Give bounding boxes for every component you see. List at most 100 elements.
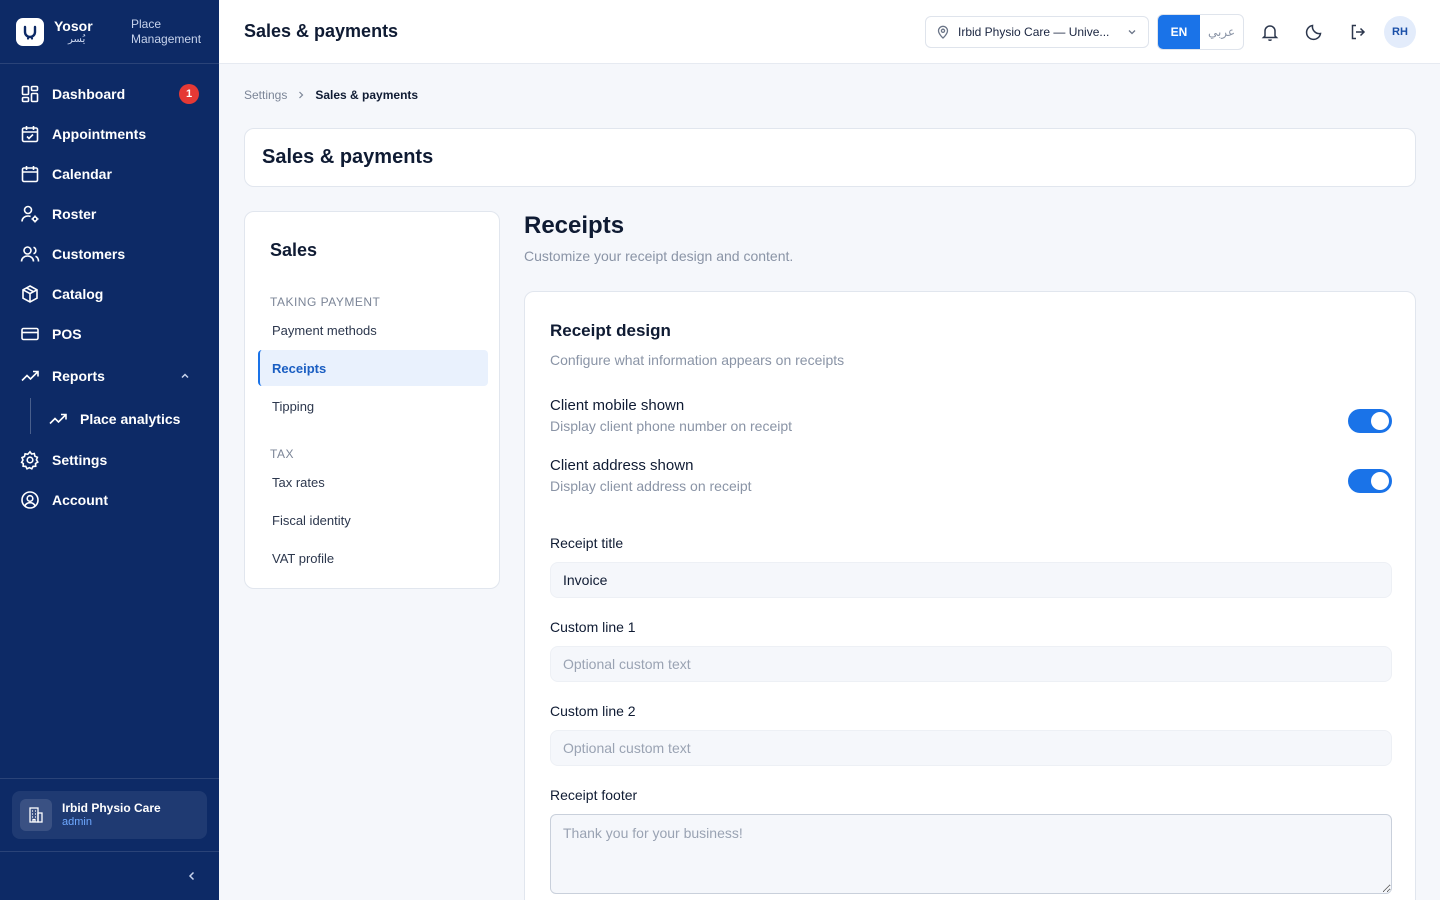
sidebar-item-label: Dashboard xyxy=(52,86,126,102)
sidebar-item-roster[interactable]: Roster xyxy=(0,194,219,234)
chevron-down-icon xyxy=(1128,30,1136,35)
sidebar-item-calendar[interactable]: Calendar xyxy=(0,154,219,194)
account-icon xyxy=(21,491,39,509)
toggle-row-client-mobile: Client mobile shown Display client phone… xyxy=(550,397,1392,434)
trend-icon xyxy=(21,370,39,382)
toggle-label: Client mobile shown xyxy=(550,397,685,414)
box-icon xyxy=(22,285,38,303)
user-role: admin xyxy=(62,815,92,828)
users-icon xyxy=(20,246,40,262)
header-title: Sales & payments xyxy=(244,21,399,41)
receipt-title-label: Receipt title xyxy=(550,535,624,551)
sidebar-item-dashboard[interactable]: Dashboard 1 xyxy=(0,74,219,114)
collapse-sidebar-icon[interactable] xyxy=(184,868,200,884)
sidebar-item-label: POS xyxy=(52,326,82,342)
building-icon xyxy=(20,799,52,831)
custom-line-1-label: Custom line 1 xyxy=(550,619,636,635)
breadcrumb-settings-link[interactable]: Settings xyxy=(244,88,287,102)
custom-line-2-label: Custom line 2 xyxy=(550,703,636,719)
calendar-check-icon xyxy=(21,126,39,143)
menu-item-fiscal-identity[interactable]: Fiscal identity xyxy=(258,502,488,538)
menu-item-vat-profile[interactable]: VAT profile xyxy=(258,540,488,576)
receipt-title-input[interactable] xyxy=(550,562,1392,598)
breadcrumb: Settings Sales & payments xyxy=(244,88,418,102)
menu-item-tax-rates[interactable]: Tax rates xyxy=(258,464,488,500)
toggle-knob xyxy=(1371,412,1389,430)
menu-item-payment-methods[interactable]: Payment methods xyxy=(258,312,488,348)
card-icon xyxy=(21,327,39,341)
client-address-toggle[interactable] xyxy=(1348,469,1392,493)
sidebar-item-reports[interactable]: Reports xyxy=(0,354,219,398)
custom-line-2-input[interactable] xyxy=(550,730,1392,766)
location-pin-icon xyxy=(937,25,949,39)
place-name: Irbid Physio Care xyxy=(62,801,161,816)
gear-icon xyxy=(20,450,39,470)
sidebar-item-appointments[interactable]: Appointments xyxy=(0,114,219,154)
trend-icon xyxy=(49,413,67,425)
toggle-description: Display client address on receipt xyxy=(550,478,752,494)
toggle-description: Display client phone number on receipt xyxy=(550,418,793,434)
sidebar-item-label: Reports xyxy=(52,368,105,384)
sidebar: Yosor يُسر Place Management Dashboard 1 … xyxy=(0,0,219,900)
sidebar-item-catalog[interactable]: Catalog xyxy=(0,274,219,314)
place-switcher[interactable]: Irbid Physio Care admin xyxy=(12,791,207,839)
divider xyxy=(0,851,219,852)
toggle-knob xyxy=(1371,472,1389,490)
user-gear-icon xyxy=(21,205,39,223)
lang-en-button[interactable]: EN xyxy=(1158,15,1200,49)
card-title: Receipt design xyxy=(550,321,671,340)
notification-badge: 1 xyxy=(179,84,199,104)
settings-menu: Sales TAKING PAYMENT Payment methods Rec… xyxy=(244,211,500,589)
section-title: Receipts xyxy=(524,212,625,239)
dashboard-icon xyxy=(21,85,39,103)
sidebar-item-label: Account xyxy=(52,492,108,508)
menu-section-heading: TAX xyxy=(270,447,294,461)
card-subtitle: Configure what information appears on re… xyxy=(550,352,845,368)
sidebar-item-settings[interactable]: Settings xyxy=(0,440,219,480)
receipt-design-card: Receipt design Configure what informatio… xyxy=(524,291,1416,900)
sidebar-item-label: Calendar xyxy=(52,166,112,182)
sidebar-nav: Dashboard 1 Appointments Calendar Roster… xyxy=(0,64,219,520)
client-mobile-toggle[interactable] xyxy=(1348,409,1392,433)
lang-ar-button[interactable]: عربي xyxy=(1200,15,1243,49)
sidebar-item-label: Appointments xyxy=(52,126,147,142)
language-toggle: EN عربي xyxy=(1157,14,1244,50)
section-subtitle: Customize your receipt design and conten… xyxy=(524,248,794,264)
brand[interactable]: Yosor يُسر Place Management xyxy=(0,0,219,64)
sidebar-item-pos[interactable]: POS xyxy=(0,314,219,354)
chevron-right-icon xyxy=(299,91,304,99)
brand-name-arabic: يُسر xyxy=(68,33,86,45)
menu-item-tipping[interactable]: Tipping xyxy=(258,388,488,424)
sidebar-item-label: Roster xyxy=(52,206,97,222)
brand-name: Yosor xyxy=(54,17,93,34)
logout-icon[interactable] xyxy=(1348,22,1368,42)
location-select[interactable]: Irbid Physio Care — Unive... xyxy=(925,16,1149,48)
toggle-label: Client address shown xyxy=(550,457,694,474)
menu-section-heading: TAKING PAYMENT xyxy=(270,295,381,309)
custom-line-1-input[interactable] xyxy=(550,646,1392,682)
receipt-footer-label: Receipt footer xyxy=(550,787,638,803)
sidebar-item-place-analytics[interactable]: Place analytics xyxy=(0,398,219,440)
calendar-icon xyxy=(21,166,39,183)
sidebar-item-customers[interactable]: Customers xyxy=(0,234,219,274)
bell-icon[interactable] xyxy=(1260,22,1280,42)
page-title: Sales & payments xyxy=(244,128,1416,187)
sidebar-item-label: Settings xyxy=(52,452,108,468)
location-select-value: Irbid Physio Care — Unive... xyxy=(958,25,1110,39)
sidebar-item-label: Place analytics xyxy=(80,411,181,427)
brand-subtitle: Place Management xyxy=(131,16,202,46)
sidebar-item-account[interactable]: Account xyxy=(0,480,219,520)
sidebar-item-label: Customers xyxy=(52,246,126,262)
menu-item-receipts[interactable]: Receipts xyxy=(258,350,488,386)
moon-icon[interactable] xyxy=(1304,22,1324,42)
top-header: Sales & payments Irbid Physio Care — Uni… xyxy=(219,0,1440,64)
toggle-row-client-address: Client address shown Display client addr… xyxy=(550,457,1392,494)
yosor-logo-icon xyxy=(16,17,44,46)
menu-title: Sales xyxy=(270,240,318,260)
sidebar-item-label: Catalog xyxy=(52,286,104,302)
chevron-up-icon[interactable] xyxy=(179,370,191,382)
receipt-footer-textarea[interactable] xyxy=(550,814,1392,894)
breadcrumb-current: Sales & payments xyxy=(315,88,419,102)
user-avatar[interactable]: RH xyxy=(1384,16,1416,48)
divider xyxy=(0,778,219,779)
